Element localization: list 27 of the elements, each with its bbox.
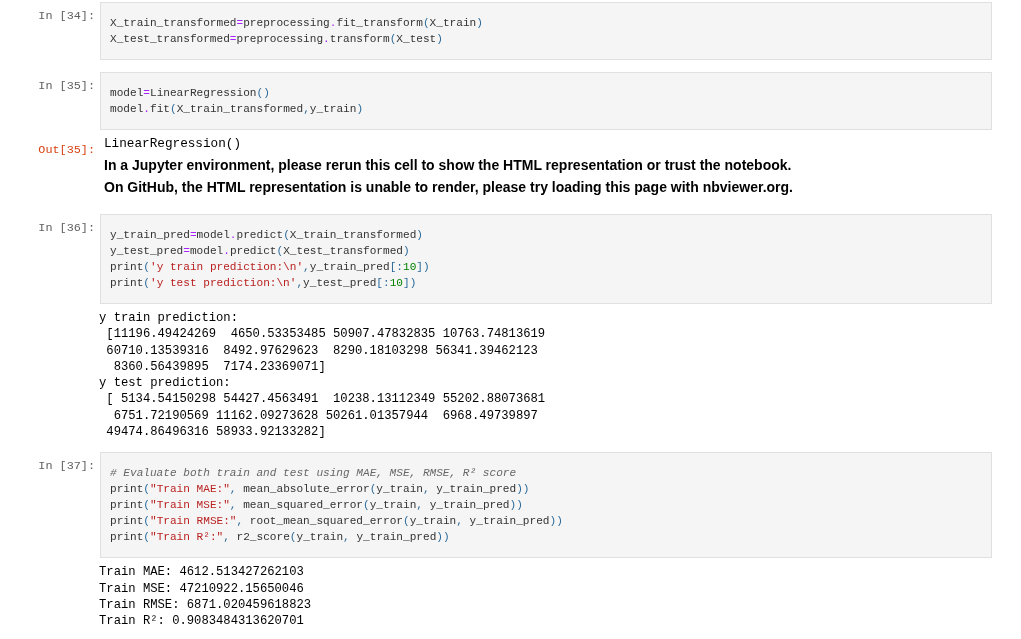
cell-prompt: In [37]:	[37, 458, 96, 476]
cell-prompt: Out[35]:	[37, 142, 96, 159]
code-line: print("Train R²:", r2_score(y_train, y_train_pred))	[110, 530, 451, 546]
cell-prompt: In [36]:	[37, 220, 96, 237]
code-line: model.fit(X_train_transformed,y_train)	[110, 102, 365, 117]
code-cell[interactable]	[100, 452, 992, 559]
output-text: Train MAE: 4612.513427262103 Train MSE: 47210922.15650046 Train RMSE: 6871.020459618823 Train R²: 0.9083484313620701	[98, 564, 313, 630]
code-line: print("Train RMSE:", root_mean_squared_error(y_train, y_train_pred))	[110, 514, 564, 530]
output-message: In a Jupyter environment, please rerun this cell to show the HTML representation or trust the notebook.	[104, 156, 793, 175]
output-text: y train prediction: [11196.49424269 4650.53353485 50907.47832835 10763.74813619 60710.13539316 8492.97629623 8290.18103298 56341.39462123 8360.56439895 7174.23369071] y test prediction: [ 5134.54150298 54427.4563491 10238.13112349 55202.88073681 6751.72190569 11162.09273628 50261.01357944 6968.49739897 49474.86496316 58933.92133282]	[98, 310, 547, 441]
code-cell[interactable]: X_train_transformed=preprocessing.fit_transform(X_train) X_test_transformed=preprocessing.transform(X_test)	[100, 2, 992, 60]
output-text: LinearRegression()	[104, 135, 243, 153]
code-line: X_test_transformed=preprocessing.transform(X_test)	[110, 32, 444, 47]
code-line: print("Train MSE:", mean_squared_error(y_train, y_train_pred))	[110, 498, 524, 514]
cell-prompt: In [34]:	[37, 8, 96, 25]
code-cell[interactable]: y_train_pred=model.predict(X_train_transformed) y_test_pred=model.predict(X_test_transformed) print('y train prediction:\n',y_train_pred[:10]) print('y test prediction:\n',y_test_pred[:10])	[100, 214, 992, 304]
code-line: y_train_pred=model.predict(X_train_transformed)	[110, 228, 424, 243]
code-line: print('y test prediction:\n',y_test_pred[:10])	[110, 276, 418, 291]
code-line: model=LinearRegression()	[110, 86, 271, 101]
code-line: print('y train prediction:\n',y_train_pred[:10])	[110, 260, 431, 275]
output-message: On GitHub, the HTML representation is unable to render, please try loading this page with nbviewer.org.	[104, 178, 793, 197]
code-line: X_train_transformed=preprocessing.fit_transform(X_train)	[110, 16, 484, 31]
code-line: y_test_pred=model.predict(X_test_transformed)	[110, 244, 411, 259]
code-line: print("Train MAE:", mean_absolute_error(y_train, y_train_pred))	[110, 482, 531, 498]
code-cell[interactable]: model=LinearRegression() model.fit(X_train_transformed,y_train)	[100, 72, 992, 130]
code-line: # Evaluate both train and test using MAE, MSE, RMSE, R² score	[110, 466, 518, 482]
cell-prompt: In [35]:	[37, 78, 96, 95]
